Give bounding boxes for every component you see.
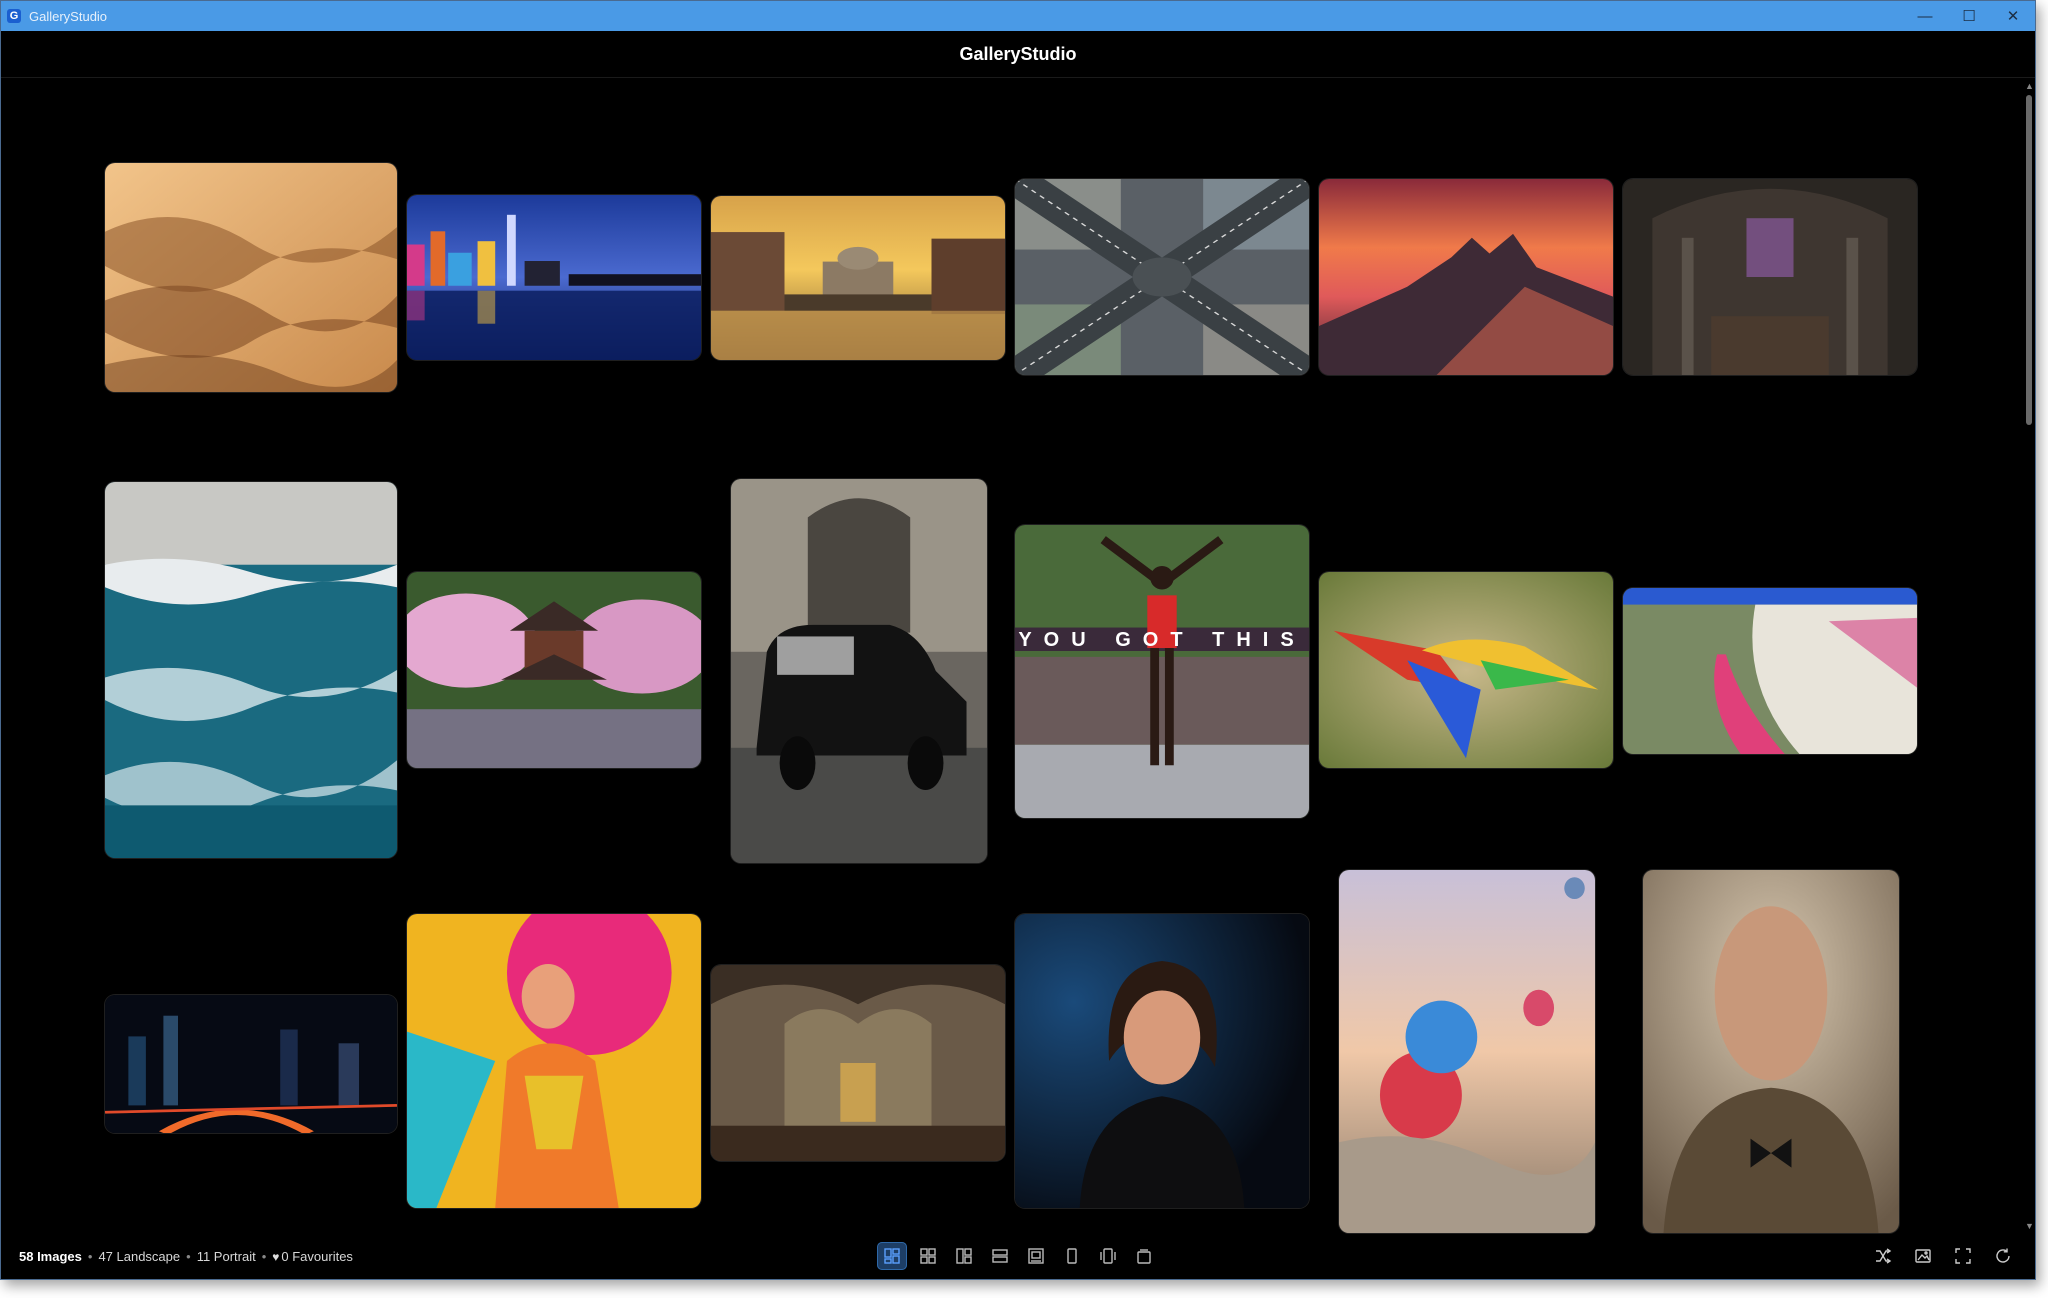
stack-view-button[interactable] bbox=[1129, 1242, 1159, 1270]
carousel-view-button[interactable] bbox=[1093, 1242, 1123, 1270]
grid-view-icon bbox=[920, 1248, 936, 1264]
fullscreen-icon bbox=[1955, 1248, 1971, 1264]
gallery-image-venice-grand-canal[interactable] bbox=[711, 196, 1005, 360]
stats-separator: • bbox=[186, 1248, 191, 1264]
gallery-image-elderly-man-portrait[interactable] bbox=[1643, 870, 1899, 1233]
shuffle-icon bbox=[1876, 1248, 1892, 1264]
list-view-icon bbox=[992, 1249, 1008, 1263]
title-bar[interactable]: G GalleryStudio — ☐ ✕ bbox=[1, 1, 2035, 31]
single-view-button[interactable] bbox=[1057, 1242, 1087, 1270]
stats-separator: • bbox=[261, 1248, 267, 1264]
grid-view-button[interactable] bbox=[913, 1242, 943, 1270]
single-view-icon bbox=[1067, 1248, 1077, 1264]
gallery-image-woman-portrait[interactable] bbox=[1015, 914, 1309, 1208]
close-button[interactable]: ✕ bbox=[1991, 1, 2035, 31]
mosaic-view-button[interactable] bbox=[949, 1242, 979, 1270]
masonry-view-button[interactable] bbox=[877, 1242, 907, 1270]
refresh-icon bbox=[1996, 1248, 2010, 1263]
maximize-button[interactable]: ☐ bbox=[1947, 1, 1991, 31]
slideshow-icon bbox=[1915, 1249, 1931, 1263]
minimize-button[interactable]: — bbox=[1903, 1, 1947, 31]
action-toolbar bbox=[1869, 1242, 2017, 1270]
gallery-image-aerial-intersection[interactable] bbox=[1015, 179, 1309, 375]
app-header: GalleryStudio bbox=[1, 31, 2035, 78]
stack-view-icon bbox=[1137, 1249, 1151, 1264]
image-count: 58 Images bbox=[19, 1248, 82, 1264]
scroll-down-arrow-icon[interactable]: ▼ bbox=[2025, 1221, 2034, 1231]
marathon-banner-text: YOU GOT THIS bbox=[1018, 629, 1306, 651]
gallery-image-aerial-ocean-waves[interactable] bbox=[105, 482, 397, 858]
gallery-image-gothic-cathedral-nave[interactable] bbox=[711, 965, 1005, 1161]
gallery-image-city-night-lights[interactable] bbox=[105, 995, 397, 1133]
app-window: G GalleryStudio — ☐ ✕ GalleryStudio YOU … bbox=[0, 0, 2036, 1280]
fullscreen-button[interactable] bbox=[1949, 1242, 1977, 1270]
gallery-image-cathedral-interior[interactable] bbox=[1623, 179, 1917, 375]
landscape-count: 47 Landscape bbox=[98, 1248, 181, 1264]
view-mode-toolbar bbox=[877, 1242, 1159, 1270]
mosaic-view-icon bbox=[956, 1248, 972, 1264]
gallery-image-pink-lake-aerial[interactable] bbox=[1623, 588, 1917, 754]
portrait-count: 11 Portrait bbox=[196, 1248, 256, 1264]
refresh-button[interactable] bbox=[1989, 1242, 2017, 1270]
stats-separator: • bbox=[87, 1248, 93, 1264]
slideshow-button[interactable] bbox=[1909, 1242, 1937, 1270]
gallery-image-fashion-portrait[interactable] bbox=[407, 914, 701, 1208]
filmstrip-view-icon bbox=[1028, 1248, 1044, 1264]
shuffle-button[interactable] bbox=[1869, 1242, 1897, 1270]
gallery-image-hot-air-balloons[interactable] bbox=[1339, 870, 1595, 1233]
vertical-scrollbar[interactable]: ▲ ▼ bbox=[2025, 81, 2034, 1231]
gallery-image-mountain-sunset[interactable] bbox=[1319, 179, 1613, 375]
scroll-thumb[interactable] bbox=[2026, 95, 2032, 425]
masonry-view-icon bbox=[884, 1248, 900, 1264]
gallery-canvas: YOU GOT THIS bbox=[1, 78, 2019, 1233]
gallery-image-japanese-pagoda-blossoms[interactable] bbox=[407, 572, 701, 768]
list-view-button[interactable] bbox=[985, 1242, 1015, 1270]
status-bar: 58 Images • 47 Landscape • 11 Portrait •… bbox=[1, 1233, 2035, 1279]
gallery-image-vintage-car[interactable] bbox=[731, 479, 987, 863]
app-title: GalleryStudio bbox=[959, 43, 1077, 64]
gallery-image-desert-dunes[interactable] bbox=[105, 163, 397, 392]
carousel-view-icon bbox=[1100, 1248, 1116, 1264]
gallery-image-marathon-finish[interactable]: YOU GOT THIS bbox=[1015, 525, 1309, 818]
window-title: GalleryStudio bbox=[29, 8, 108, 24]
filmstrip-view-button[interactable] bbox=[1021, 1242, 1051, 1270]
favourites-count: 0 Favourites bbox=[281, 1248, 353, 1264]
app-logo-icon: G bbox=[7, 9, 21, 23]
gallery-image-macaw-flying[interactable] bbox=[1319, 572, 1613, 768]
heart-icon: ♥ bbox=[272, 1249, 280, 1264]
gallery-image-city-skyline-reflection[interactable] bbox=[407, 195, 701, 360]
scroll-up-arrow-icon[interactable]: ▲ bbox=[2025, 81, 2034, 91]
gallery-stats: 58 Images • 47 Landscape • 11 Portrait •… bbox=[19, 1249, 353, 1264]
